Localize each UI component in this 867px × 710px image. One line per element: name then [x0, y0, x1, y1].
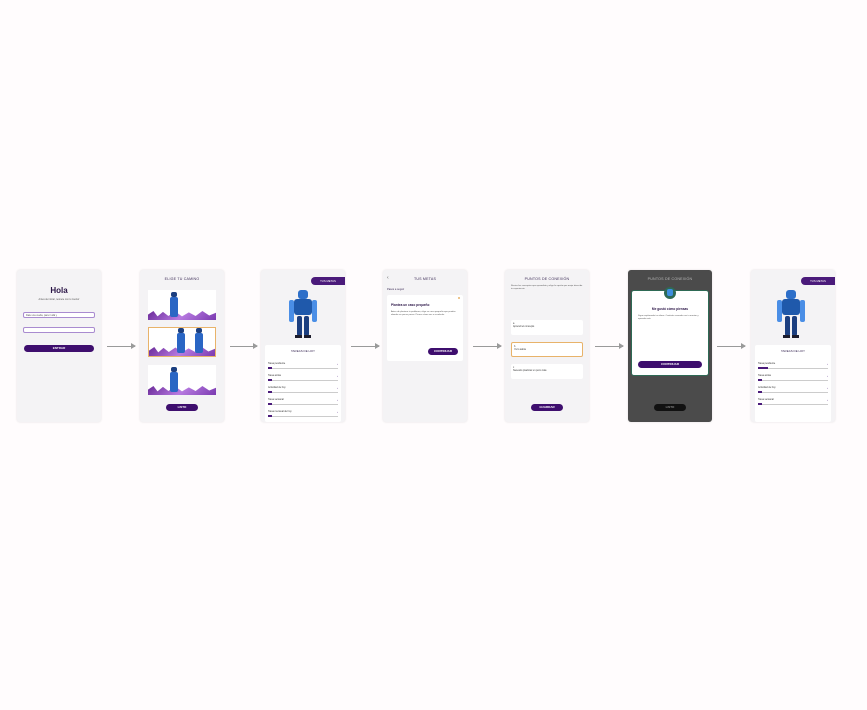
flow-arrow	[230, 343, 258, 349]
task-row[interactable]: Tarea activa ›	[268, 374, 338, 381]
goals-badge[interactable]: Tus metas	[801, 277, 835, 285]
goal-card: Plantea un caso pequeño Antes de plantea…	[387, 295, 463, 361]
continue-button[interactable]: Continuar	[428, 348, 458, 355]
steps-label: Pasos a seguir	[387, 288, 405, 291]
name-input[interactable]: Dale una vuelta, para ir allá y	[23, 312, 95, 318]
task-row[interactable]: Tarea semanal ›	[268, 398, 338, 405]
option-text: Aprendí el concepto	[513, 325, 535, 328]
task-row[interactable]: Actividad de hoy ›	[268, 386, 338, 393]
flow-arrow	[595, 343, 624, 349]
close-icon[interactable]	[458, 297, 460, 299]
task-label: Tarea semanal	[758, 398, 774, 401]
done-button: Listo	[654, 404, 686, 411]
answer-option[interactable]: b Ya lo sabía	[511, 342, 583, 357]
screen-goals: Tus metas Tareas de hoy Tarea pendiente ›…	[261, 270, 345, 422]
chevron-icon: ›	[827, 374, 828, 378]
flow-arrow	[473, 343, 502, 349]
card-text: Antes de plantear tu problema, elige un …	[391, 311, 456, 316]
screen-connection-points: Puntos de conexión Revisa los conceptos …	[505, 270, 589, 422]
intro-text: Revisa los conceptos que aprendiste y el…	[511, 285, 583, 290]
section-title: Tareas de hoy	[290, 349, 316, 353]
secondary-input[interactable]	[23, 327, 95, 333]
task-label: Tarea semanal	[268, 398, 284, 401]
modal-title: Me gustó cómo piensas	[651, 307, 689, 311]
task-label: Tarea pendiente	[268, 362, 286, 365]
task-label: Tarea mensual de hoy	[268, 410, 292, 413]
task-card: Tareas de hoy	[755, 345, 831, 422]
option-text: Necesito practicar un poco más	[513, 369, 547, 372]
task-label: Tarea activa	[758, 374, 771, 377]
flow-arrow	[351, 343, 380, 349]
robot-avatar	[777, 290, 805, 340]
option-text: Ya lo sabía	[514, 348, 526, 351]
subtitle-text: Antes de iniciar, reúnete con tu mentor	[38, 298, 80, 301]
continue-button[interactable]: Continuar	[638, 361, 702, 368]
chevron-icon: ›	[337, 362, 338, 366]
chevron-icon: ›	[337, 410, 338, 414]
path-option-2[interactable]	[148, 327, 216, 357]
robot-avatar	[289, 290, 317, 340]
flow-arrow	[717, 343, 746, 349]
goals-badge[interactable]: Tus metas	[311, 277, 345, 285]
chevron-icon: ›	[827, 386, 828, 390]
task-label: Actividad de hoy	[758, 386, 776, 389]
screen-title: Tus metas	[413, 277, 437, 281]
answer-option[interactable]: a Aprendí el concepto	[511, 320, 583, 335]
card-title: Plantea un caso pequeño	[391, 303, 430, 307]
chevron-icon: ›	[337, 386, 338, 390]
task-row[interactable]: Actividad de hoy ›	[758, 386, 828, 393]
flow-arrow	[107, 343, 136, 349]
screen-title: Elige tu camino	[164, 277, 200, 281]
screen-feedback-modal: Puntos de conexión Me gustó cómo piensas…	[628, 270, 712, 422]
task-row[interactable]: Tarea activa ›	[758, 374, 828, 381]
feedback-modal: Me gustó cómo piensas Sigue explorando t…	[631, 287, 709, 376]
save-button[interactable]: Guardar	[531, 404, 563, 411]
task-label: Tarea pendiente	[758, 362, 776, 365]
screen-title: Puntos de conexión	[647, 277, 693, 281]
task-label: Tarea activa	[268, 374, 281, 377]
section-title: Tareas de hoy	[780, 349, 806, 353]
path-option-3[interactable]	[148, 365, 216, 395]
path-option-1[interactable]	[148, 290, 216, 320]
done-button[interactable]: Listo	[166, 404, 198, 411]
screen-goals-updated: Tus metas Tareas de hoy Tarea pendiente ›…	[751, 270, 835, 422]
task-label: Actividad de hoy	[268, 386, 286, 389]
chevron-icon: ›	[827, 398, 828, 402]
screen-choose-path: Elige tu camino Listo	[140, 270, 224, 422]
chevron-icon: ›	[337, 398, 338, 402]
screen-title: Puntos de conexión	[524, 277, 570, 281]
screen-login: Hola Antes de iniciar, reúnete con tu me…	[17, 270, 101, 422]
enter-button[interactable]: Entrar	[24, 345, 94, 352]
task-row[interactable]: Tarea pendiente ›	[758, 362, 828, 369]
task-row[interactable]: Tarea semanal ›	[758, 398, 828, 405]
modal-text: Sigue explorando tus ideas. Continúa cre…	[638, 315, 699, 320]
task-row[interactable]: Tarea mensual de hoy ›	[268, 410, 338, 417]
celebration-icon	[664, 287, 676, 299]
chevron-icon: ›	[337, 374, 338, 378]
screen-goal-detail: ‹ Tus metas Pasos a seguir Plantea un ca…	[383, 270, 467, 422]
answer-option[interactable]: c Necesito practicar un poco más	[511, 364, 583, 379]
task-row[interactable]: Tarea pendiente ›	[268, 362, 338, 369]
chevron-icon: ›	[827, 362, 828, 366]
greeting-heading: Hola	[50, 286, 68, 295]
